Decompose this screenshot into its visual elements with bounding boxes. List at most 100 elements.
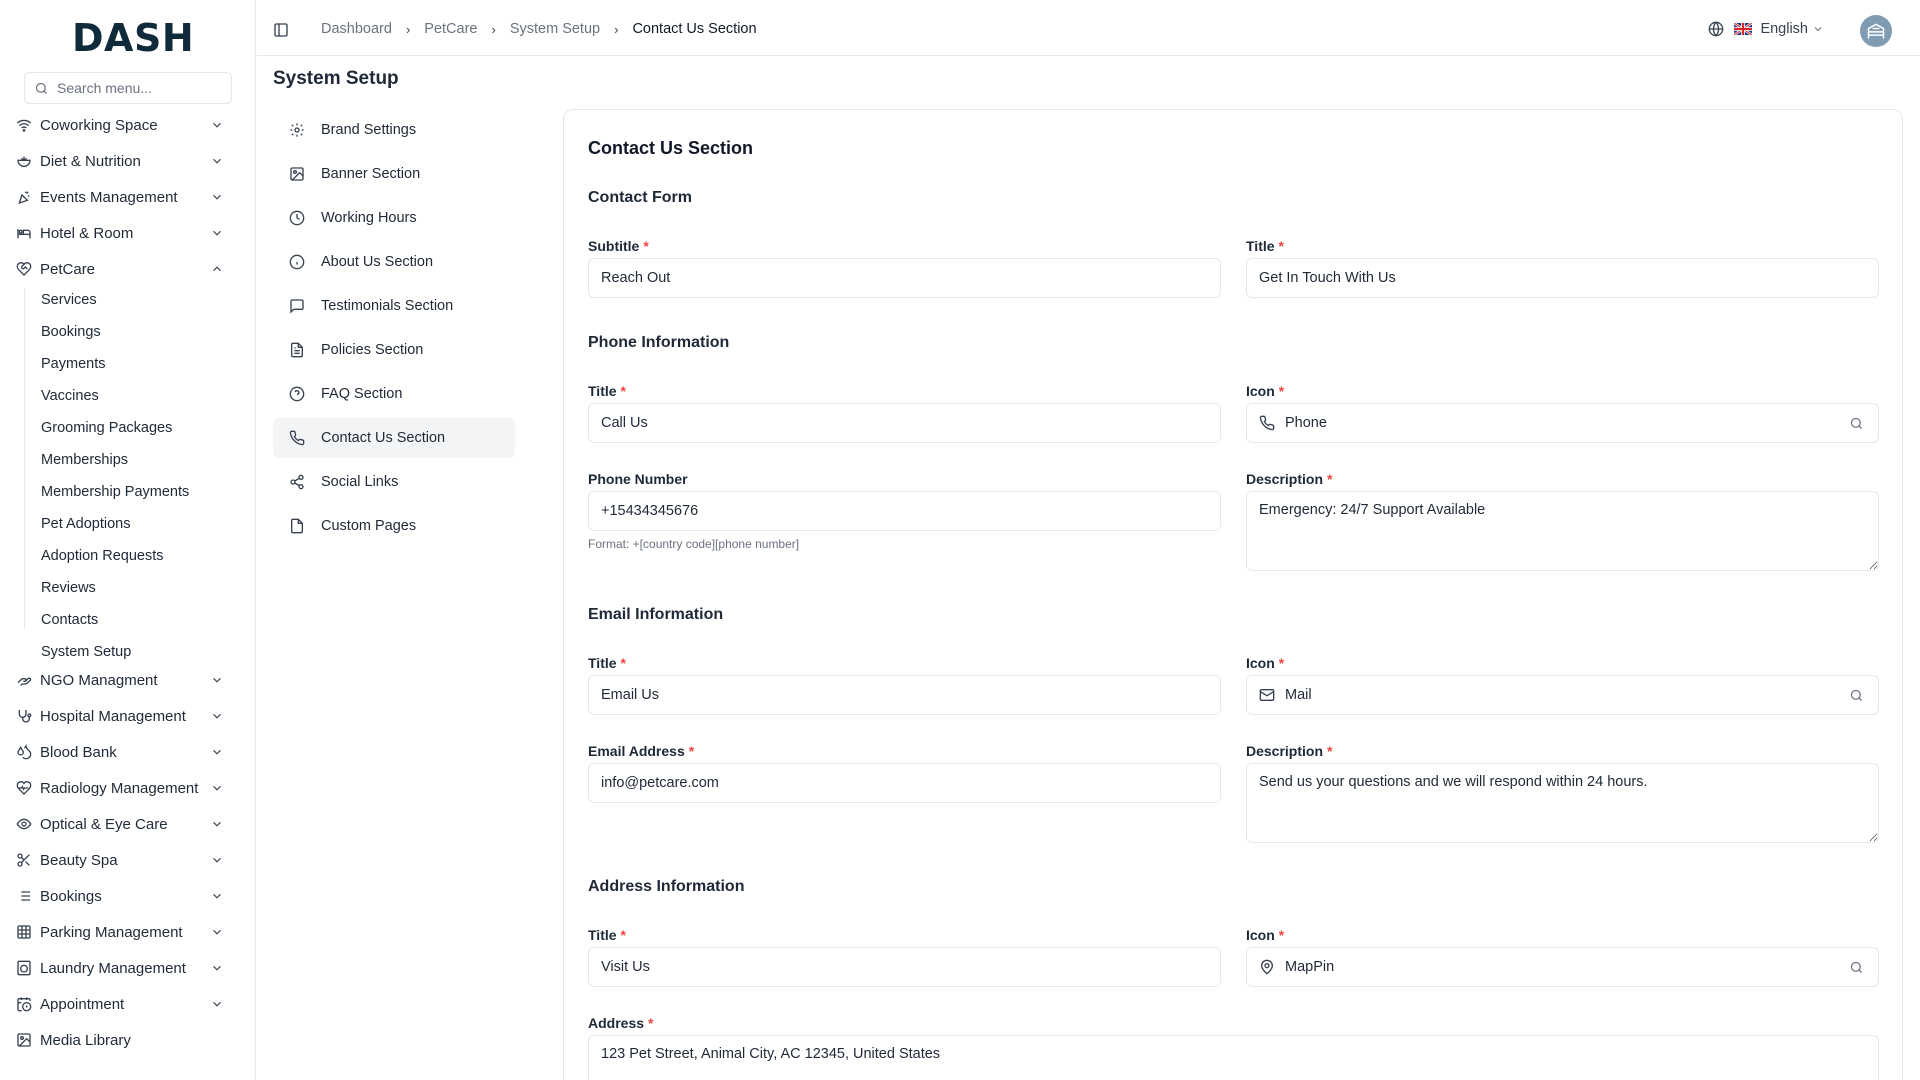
breadcrumb-separator-icon: › — [491, 21, 496, 37]
icon-picker-value: MapPin — [1285, 959, 1335, 975]
user-avatar[interactable] — [1860, 15, 1892, 47]
setup-nav-social-links[interactable]: Social Links — [273, 462, 515, 502]
setup-nav-label: Testimonials Section — [321, 298, 454, 314]
sidebar-item-radiology-management[interactable]: Radiology Management — [16, 773, 238, 803]
contact-title-field[interactable] — [1246, 258, 1879, 298]
setup-nav-label: FAQ Section — [321, 386, 403, 402]
submenu-item-grooming-packages[interactable]: Grooming Packages — [41, 420, 172, 436]
sidebar-item-label: Appointment — [40, 995, 125, 1013]
section-title-phone-information: Phone Information — [588, 334, 730, 351]
submenu-item-memberships[interactable]: Memberships — [41, 452, 128, 468]
setup-nav-testimonials-section[interactable]: Testimonials Section — [273, 286, 515, 326]
page-title: System Setup — [273, 68, 399, 89]
bed-icon — [16, 225, 32, 241]
breadcrumb-petcare[interactable]: PetCare — [424, 21, 477, 37]
phone-number-field[interactable] — [588, 491, 1221, 531]
submenu-item-system-setup[interactable]: System Setup — [41, 644, 131, 660]
sidebar-toggle-icon[interactable] — [273, 22, 289, 38]
breadcrumb: Dashboard › PetCare › System Setup › Con… — [321, 21, 757, 37]
breadcrumb-dashboard[interactable]: Dashboard — [321, 21, 392, 37]
subtitle-input[interactable] — [601, 270, 1208, 286]
app-logo[interactable]: DASH — [72, 16, 194, 60]
label-text: Icon — [1246, 655, 1275, 671]
chevron-down-icon — [210, 154, 224, 168]
chevron-down-icon — [210, 853, 224, 867]
submenu-item-vaccines[interactable]: Vaccines — [41, 388, 99, 404]
subtitle-field[interactable] — [588, 258, 1221, 298]
chevron-down-icon — [210, 745, 224, 759]
contact-title-input[interactable] — [1259, 270, 1866, 286]
submenu-item-contacts[interactable]: Contacts — [41, 612, 98, 628]
phone-title-input[interactable] — [601, 415, 1208, 431]
sidebar-item-beauty-spa[interactable]: Beauty Spa — [16, 845, 238, 875]
submenu-item-bookings[interactable]: Bookings — [41, 324, 101, 340]
required-mark: * — [1327, 743, 1333, 759]
address-title-input[interactable] — [601, 959, 1208, 975]
label-text: Email Address — [588, 743, 685, 759]
label-text: Title — [1246, 238, 1275, 254]
setup-nav-custom-pages[interactable]: Custom Pages — [273, 506, 515, 546]
search-icon[interactable] — [1849, 688, 1864, 703]
email-title-input[interactable] — [601, 687, 1208, 703]
submenu-item-membership-payments[interactable]: Membership Payments — [41, 484, 189, 500]
search-icon[interactable] — [1849, 960, 1864, 975]
sidebar-item-blood-bank[interactable]: Blood Bank — [16, 737, 238, 767]
sidebar-item-appointment[interactable]: Appointment — [16, 989, 238, 1019]
setup-nav-brand-settings[interactable]: Brand Settings — [273, 110, 515, 150]
sidebar-item-optical-eye-care[interactable]: Optical & Eye Care — [16, 809, 238, 839]
phone-number-label: Phone Number — [588, 471, 688, 487]
setup-nav-banner-section[interactable]: Banner Section — [273, 154, 515, 194]
breadcrumb-system-setup[interactable]: System Setup — [510, 21, 600, 37]
heart-pulse-icon — [16, 780, 32, 796]
label-text: Address — [588, 1015, 645, 1031]
sidebar-item-coworking-space[interactable]: Coworking Space — [16, 110, 238, 140]
required-mark: * — [648, 1015, 654, 1031]
sidebar-item-diet-nutrition[interactable]: Diet & Nutrition — [16, 146, 238, 176]
sidebar-item-laundry-management[interactable]: Laundry Management — [16, 953, 238, 983]
setup-nav-faq-section[interactable]: FAQ Section — [273, 374, 515, 414]
submenu-item-pet-adoptions[interactable]: Pet Adoptions — [41, 516, 131, 532]
sidebar-item-media-library[interactable]: Media Library — [16, 1025, 238, 1055]
droplets-icon — [16, 744, 32, 760]
address-textarea[interactable]: 123 Pet Street, Animal City, AC 12345, U… — [588, 1035, 1879, 1080]
email-description-label: Description * — [1246, 743, 1332, 759]
sidebar-item-parking-management[interactable]: Parking Management — [16, 917, 238, 947]
calendar-clock-icon — [16, 996, 32, 1012]
phone-icon-picker[interactable]: Phone — [1246, 403, 1879, 443]
submenu-item-payments[interactable]: Payments — [41, 356, 105, 372]
sidebar-item-events-management[interactable]: Events Management — [16, 182, 238, 212]
heart-handshake-icon — [16, 261, 32, 277]
email-description-textarea[interactable]: Send us your questions and we will respo… — [1246, 763, 1879, 843]
sidebar-item-petcare[interactable]: PetCare — [16, 254, 238, 284]
address-title-field[interactable] — [588, 947, 1221, 987]
sidebar-item-hotel-room[interactable]: Hotel & Room — [16, 218, 238, 248]
submenu-item-services[interactable]: Services — [41, 292, 97, 308]
breadcrumb-current: Contact Us Section — [632, 21, 757, 37]
search-input[interactable] — [57, 80, 217, 96]
search-icon[interactable] — [1849, 416, 1864, 431]
phone-number-input[interactable] — [601, 503, 1208, 519]
email-icon-picker[interactable]: Mail — [1246, 675, 1879, 715]
setup-nav-contact-us-section[interactable]: Contact Us Section — [273, 418, 515, 458]
sidebar-item-label: Optical & Eye Care — [40, 815, 168, 833]
sidebar-item-label: Parking Management — [40, 923, 183, 941]
email-address-input[interactable] — [601, 775, 1208, 791]
email-title-field[interactable] — [588, 675, 1221, 715]
email-address-field[interactable] — [588, 763, 1221, 803]
submenu-item-reviews[interactable]: Reviews — [41, 580, 96, 596]
phone-title-field[interactable] — [588, 403, 1221, 443]
setup-nav-policies-section[interactable]: Policies Section — [273, 330, 515, 370]
required-mark: * — [1278, 238, 1284, 254]
sidebar-item-hospital-management[interactable]: Hospital Management — [16, 701, 238, 731]
submenu-item-adoption-requests[interactable]: Adoption Requests — [41, 548, 164, 564]
setup-nav-about-us-section[interactable]: About Us Section — [273, 242, 515, 282]
sidebar-item-label: Coworking Space — [40, 116, 158, 134]
gear-icon — [289, 122, 305, 138]
setup-nav-label: Social Links — [321, 474, 399, 490]
sidebar-item-ngo-managment[interactable]: NGO Managment — [16, 665, 238, 695]
phone-description-textarea[interactable]: Emergency: 24/7 Support Available — [1246, 491, 1879, 571]
setup-nav-working-hours[interactable]: Working Hours — [273, 198, 515, 238]
language-selector[interactable]: English — [1708, 21, 1824, 37]
address-icon-picker[interactable]: MapPin — [1246, 947, 1879, 987]
sidebar-item-bookings[interactable]: Bookings — [16, 881, 238, 911]
